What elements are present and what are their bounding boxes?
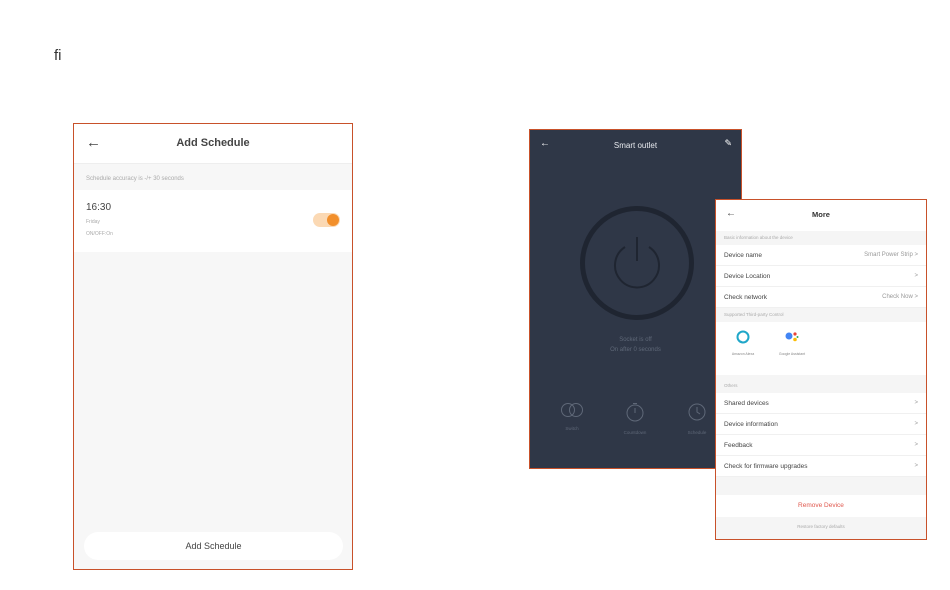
row-device-location[interactable]: Device Location > <box>716 266 926 287</box>
switch-icon <box>561 403 583 417</box>
pencil-icon[interactable]: ✎ <box>724 138 732 149</box>
schedule-accuracy-note: Schedule accuracy is -/+ 30 seconds <box>86 176 184 182</box>
section-basic-info: Basic information about the device <box>724 235 793 240</box>
clock-icon <box>688 403 706 421</box>
row-label: Check network <box>724 294 767 301</box>
power-button[interactable] <box>580 206 694 320</box>
row-value: Check Now <box>882 294 913 300</box>
more-header: ← More <box>716 200 926 231</box>
schedule-item[interactable]: 16:30 Friday ON/OFF:On <box>74 190 352 252</box>
outlet-status: Socket is off On after 0 seconds <box>530 335 741 355</box>
page-mark: fi <box>54 47 62 64</box>
row-shared-devices[interactable]: Shared devices > <box>716 393 926 414</box>
chevron-right-icon: > <box>914 442 918 448</box>
add-schedule-button[interactable]: Add Schedule <box>84 532 343 560</box>
toggle-knob <box>327 214 339 226</box>
switch-button[interactable]: Switch <box>547 402 597 431</box>
schedule-day: Friday <box>86 219 100 225</box>
row-device-information[interactable]: Device information > <box>716 414 926 435</box>
alexa-icon <box>736 330 750 344</box>
status-line-1: Socket is off <box>619 337 652 343</box>
alexa-item[interactable]: Amazon Alexa <box>725 330 761 356</box>
more-screen: ← More Basic information about the devic… <box>715 199 927 540</box>
chevron-right-icon: > <box>914 252 918 258</box>
row-label: Device name <box>724 252 762 259</box>
status-line-2: On after 0 seconds <box>610 347 661 353</box>
row-label: Device information <box>724 421 778 428</box>
restore-factory-defaults-button[interactable]: Restore factory defaults <box>716 517 926 537</box>
chevron-right-icon: > <box>914 421 918 427</box>
google-assistant-icon <box>785 332 799 342</box>
chevron-right-icon: > <box>914 400 918 406</box>
row-label: Check for firmware upgrades <box>724 463 808 470</box>
schedule-title: Add Schedule <box>176 137 250 149</box>
schedule-time: 16:30 <box>86 202 112 213</box>
timer-icon <box>626 403 644 422</box>
section-third-party: Supported Third-party Control <box>724 312 784 317</box>
outlet-title: Smart outlet <box>613 141 658 150</box>
add-schedule-screen: ← Add Schedule Schedule accuracy is -/+ … <box>73 123 353 570</box>
more-title: More <box>812 210 830 219</box>
row-label: Shared devices <box>724 400 769 407</box>
chevron-right-icon: > <box>914 463 918 469</box>
row-device-name[interactable]: Device name Smart Power Strip > <box>716 245 926 266</box>
outlet-header: ← Smart outlet ✎ <box>530 130 741 160</box>
google-assistant-label: Google Assistant <box>778 352 806 356</box>
section-others: Others <box>724 383 738 388</box>
countdown-label: Countdown <box>623 430 647 435</box>
google-assistant-item[interactable]: Google Assistant <box>774 330 810 356</box>
row-value-chevron: Check Now > <box>882 287 918 308</box>
power-icon <box>614 237 660 289</box>
alexa-label: Amazon Alexa <box>731 352 755 356</box>
schedule-header: ← Add Schedule <box>74 124 352 164</box>
page: fi ← Add Schedule Schedule accuracy is -… <box>0 0 950 590</box>
row-value-chevron: Smart Power Strip > <box>864 245 918 266</box>
row-feedback[interactable]: Feedback > <box>716 435 926 456</box>
row-label: Feedback <box>724 442 753 449</box>
chevron-right-icon: > <box>914 273 918 279</box>
row-firmware-upgrades[interactable]: Check for firmware upgrades > <box>716 456 926 477</box>
schedule-action: ON/OFF:On <box>86 231 113 237</box>
countdown-button[interactable]: Countdown <box>610 402 660 435</box>
third-party-list: Amazon Alexa Google Assistant <box>716 322 926 375</box>
remove-device-button[interactable]: Remove Device <box>716 495 926 517</box>
schedule-toggle[interactable] <box>313 213 340 227</box>
switch-label: Switch <box>565 426 579 431</box>
row-check-network[interactable]: Check network Check Now > <box>716 287 926 308</box>
smart-outlet-screen: ← Smart outlet ✎ Socket is off On after … <box>529 129 742 469</box>
row-label: Device Location <box>724 273 771 280</box>
chevron-right-icon: > <box>914 294 918 300</box>
row-value: Smart Power Strip <box>864 252 913 258</box>
